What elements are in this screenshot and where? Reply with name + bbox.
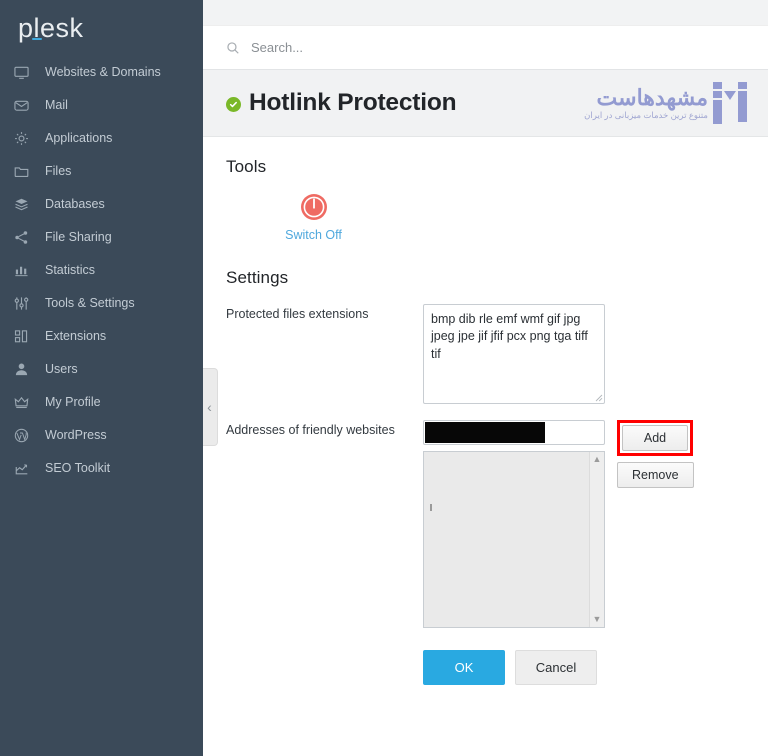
- wordpress-icon: [14, 427, 36, 445]
- hosting-provider-watermark: مشهدهاست متنوع ترین خدمات میزبانی در ایر…: [584, 82, 747, 124]
- friendly-websites-listbox[interactable]: ▲ ▼: [423, 451, 605, 628]
- friendly-websites-buttons: Add Remove: [617, 420, 694, 488]
- watermark-logo-mark: [713, 82, 747, 124]
- sidebar-item-label: Databases: [45, 196, 105, 211]
- blocks-icon: [14, 328, 36, 346]
- watermark-tagline: متنوع ترین خدمات میزبانی در ایران: [584, 109, 708, 120]
- sliders-icon: [14, 295, 36, 313]
- sidebar-item-label: Mail: [45, 97, 68, 112]
- sidebar-item-label: Applications: [45, 130, 113, 145]
- watermark-title: مشهدهاست: [596, 84, 709, 110]
- friendly-websites-row: Addresses of friendly websites ▲ ▼ Add R…: [226, 420, 745, 628]
- settings-heading: Settings: [226, 268, 289, 287]
- page-header: Hotlink Protection مشهدهاست متنوع ترین خ…: [203, 70, 768, 137]
- tools-heading: Tools: [226, 157, 267, 176]
- sidebar-item-label: Files: [45, 163, 72, 178]
- bar-chart-icon: [14, 262, 36, 280]
- brand-logo[interactable]: plesk: [0, 0, 203, 50]
- page-content: Tools Switch Off Settings Protected file…: [203, 137, 768, 685]
- seo-chart-icon: [14, 460, 36, 478]
- sidebar-collapse-handle[interactable]: ‹: [203, 368, 218, 446]
- add-button-highlight: Add: [617, 420, 693, 456]
- sidebar-item-seo-toolkit[interactable]: SEO Toolkit: [0, 452, 203, 485]
- sidebar-item-label: Websites & Domains: [45, 64, 161, 79]
- sidebar-item-label: My Profile: [45, 394, 101, 409]
- listbox-scrollbar[interactable]: ▲ ▼: [589, 452, 604, 627]
- sidebar-item-my-profile[interactable]: My Profile: [0, 386, 203, 419]
- sidebar-item-label: Users: [45, 361, 78, 376]
- sidebar-item-file-sharing[interactable]: File Sharing: [0, 221, 203, 254]
- crown-icon: [14, 394, 36, 412]
- sidebar: plesk Websites & Domains Mail Applicatio…: [0, 0, 203, 756]
- sidebar-item-mail[interactable]: Mail: [0, 89, 203, 122]
- sidebar-item-label: File Sharing: [45, 229, 112, 244]
- friendly-websites-label: Addresses of friendly websites: [226, 423, 395, 437]
- sidebar-item-files[interactable]: Files: [0, 155, 203, 188]
- folder-icon: [14, 163, 36, 181]
- sidebar-item-users[interactable]: Users: [0, 353, 203, 386]
- ok-button[interactable]: OK: [423, 650, 505, 685]
- form-footer-buttons: OK Cancel: [423, 650, 745, 685]
- user-icon: [14, 361, 36, 379]
- page-title: Hotlink Protection: [249, 88, 457, 116]
- sidebar-nav: Websites & Domains Mail Applications Fil…: [0, 56, 203, 485]
- monitor-icon: [14, 64, 36, 82]
- sidebar-item-label: Statistics: [45, 262, 96, 277]
- gear-icon: [14, 130, 36, 148]
- brand-label: plesk: [18, 13, 84, 43]
- sidebar-item-extensions[interactable]: Extensions: [0, 320, 203, 353]
- plesk-control-panel: plesk Websites & Domains Mail Applicatio…: [0, 0, 768, 756]
- tools-block: Switch Off: [226, 181, 745, 242]
- sidebar-item-label: SEO Toolkit: [45, 460, 111, 475]
- add-button[interactable]: Add: [622, 425, 688, 451]
- green-check-icon: [226, 97, 241, 112]
- protected-extensions-label: Protected files extensions: [226, 307, 369, 321]
- sidebar-item-label: Tools & Settings: [45, 295, 135, 310]
- sidebar-item-label: WordPress: [45, 427, 107, 442]
- list-item-marker: [430, 504, 432, 511]
- sidebar-item-websites-domains[interactable]: Websites & Domains: [0, 56, 203, 89]
- protected-extensions-row: Protected files extensions: [226, 304, 745, 404]
- database-layers-icon: [14, 196, 36, 214]
- sidebar-item-databases[interactable]: Databases: [0, 188, 203, 221]
- cancel-button[interactable]: Cancel: [515, 650, 597, 685]
- sidebar-item-wordpress[interactable]: WordPress: [0, 419, 203, 452]
- top-strip: [203, 0, 768, 26]
- scroll-down-arrow-icon[interactable]: ▼: [593, 612, 602, 627]
- scroll-up-arrow-icon[interactable]: ▲: [593, 452, 602, 467]
- sidebar-item-applications[interactable]: Applications: [0, 122, 203, 155]
- search-input[interactable]: [249, 39, 549, 56]
- sidebar-item-label: Extensions: [45, 328, 107, 343]
- main-area: Hotlink Protection مشهدهاست متنوع ترین خ…: [203, 0, 768, 756]
- sidebar-item-statistics[interactable]: Statistics: [0, 254, 203, 287]
- brand-underline-accent: [32, 37, 42, 40]
- envelope-icon: [14, 97, 36, 115]
- friendly-website-input[interactable]: [424, 421, 604, 444]
- search-icon: [226, 41, 240, 55]
- switch-off-label: Switch Off: [285, 228, 342, 242]
- sidebar-item-tools-settings[interactable]: Tools & Settings: [0, 287, 203, 320]
- remove-button[interactable]: Remove: [617, 462, 694, 488]
- protected-extensions-textarea[interactable]: [423, 304, 605, 404]
- switch-off-tool[interactable]: Switch Off: [271, 193, 356, 242]
- share-nodes-icon: [14, 229, 36, 247]
- search-bar: [203, 26, 768, 70]
- power-off-icon: [300, 193, 328, 221]
- chevron-left-icon: ‹: [207, 399, 212, 415]
- friendly-website-input-wrap: [423, 420, 605, 445]
